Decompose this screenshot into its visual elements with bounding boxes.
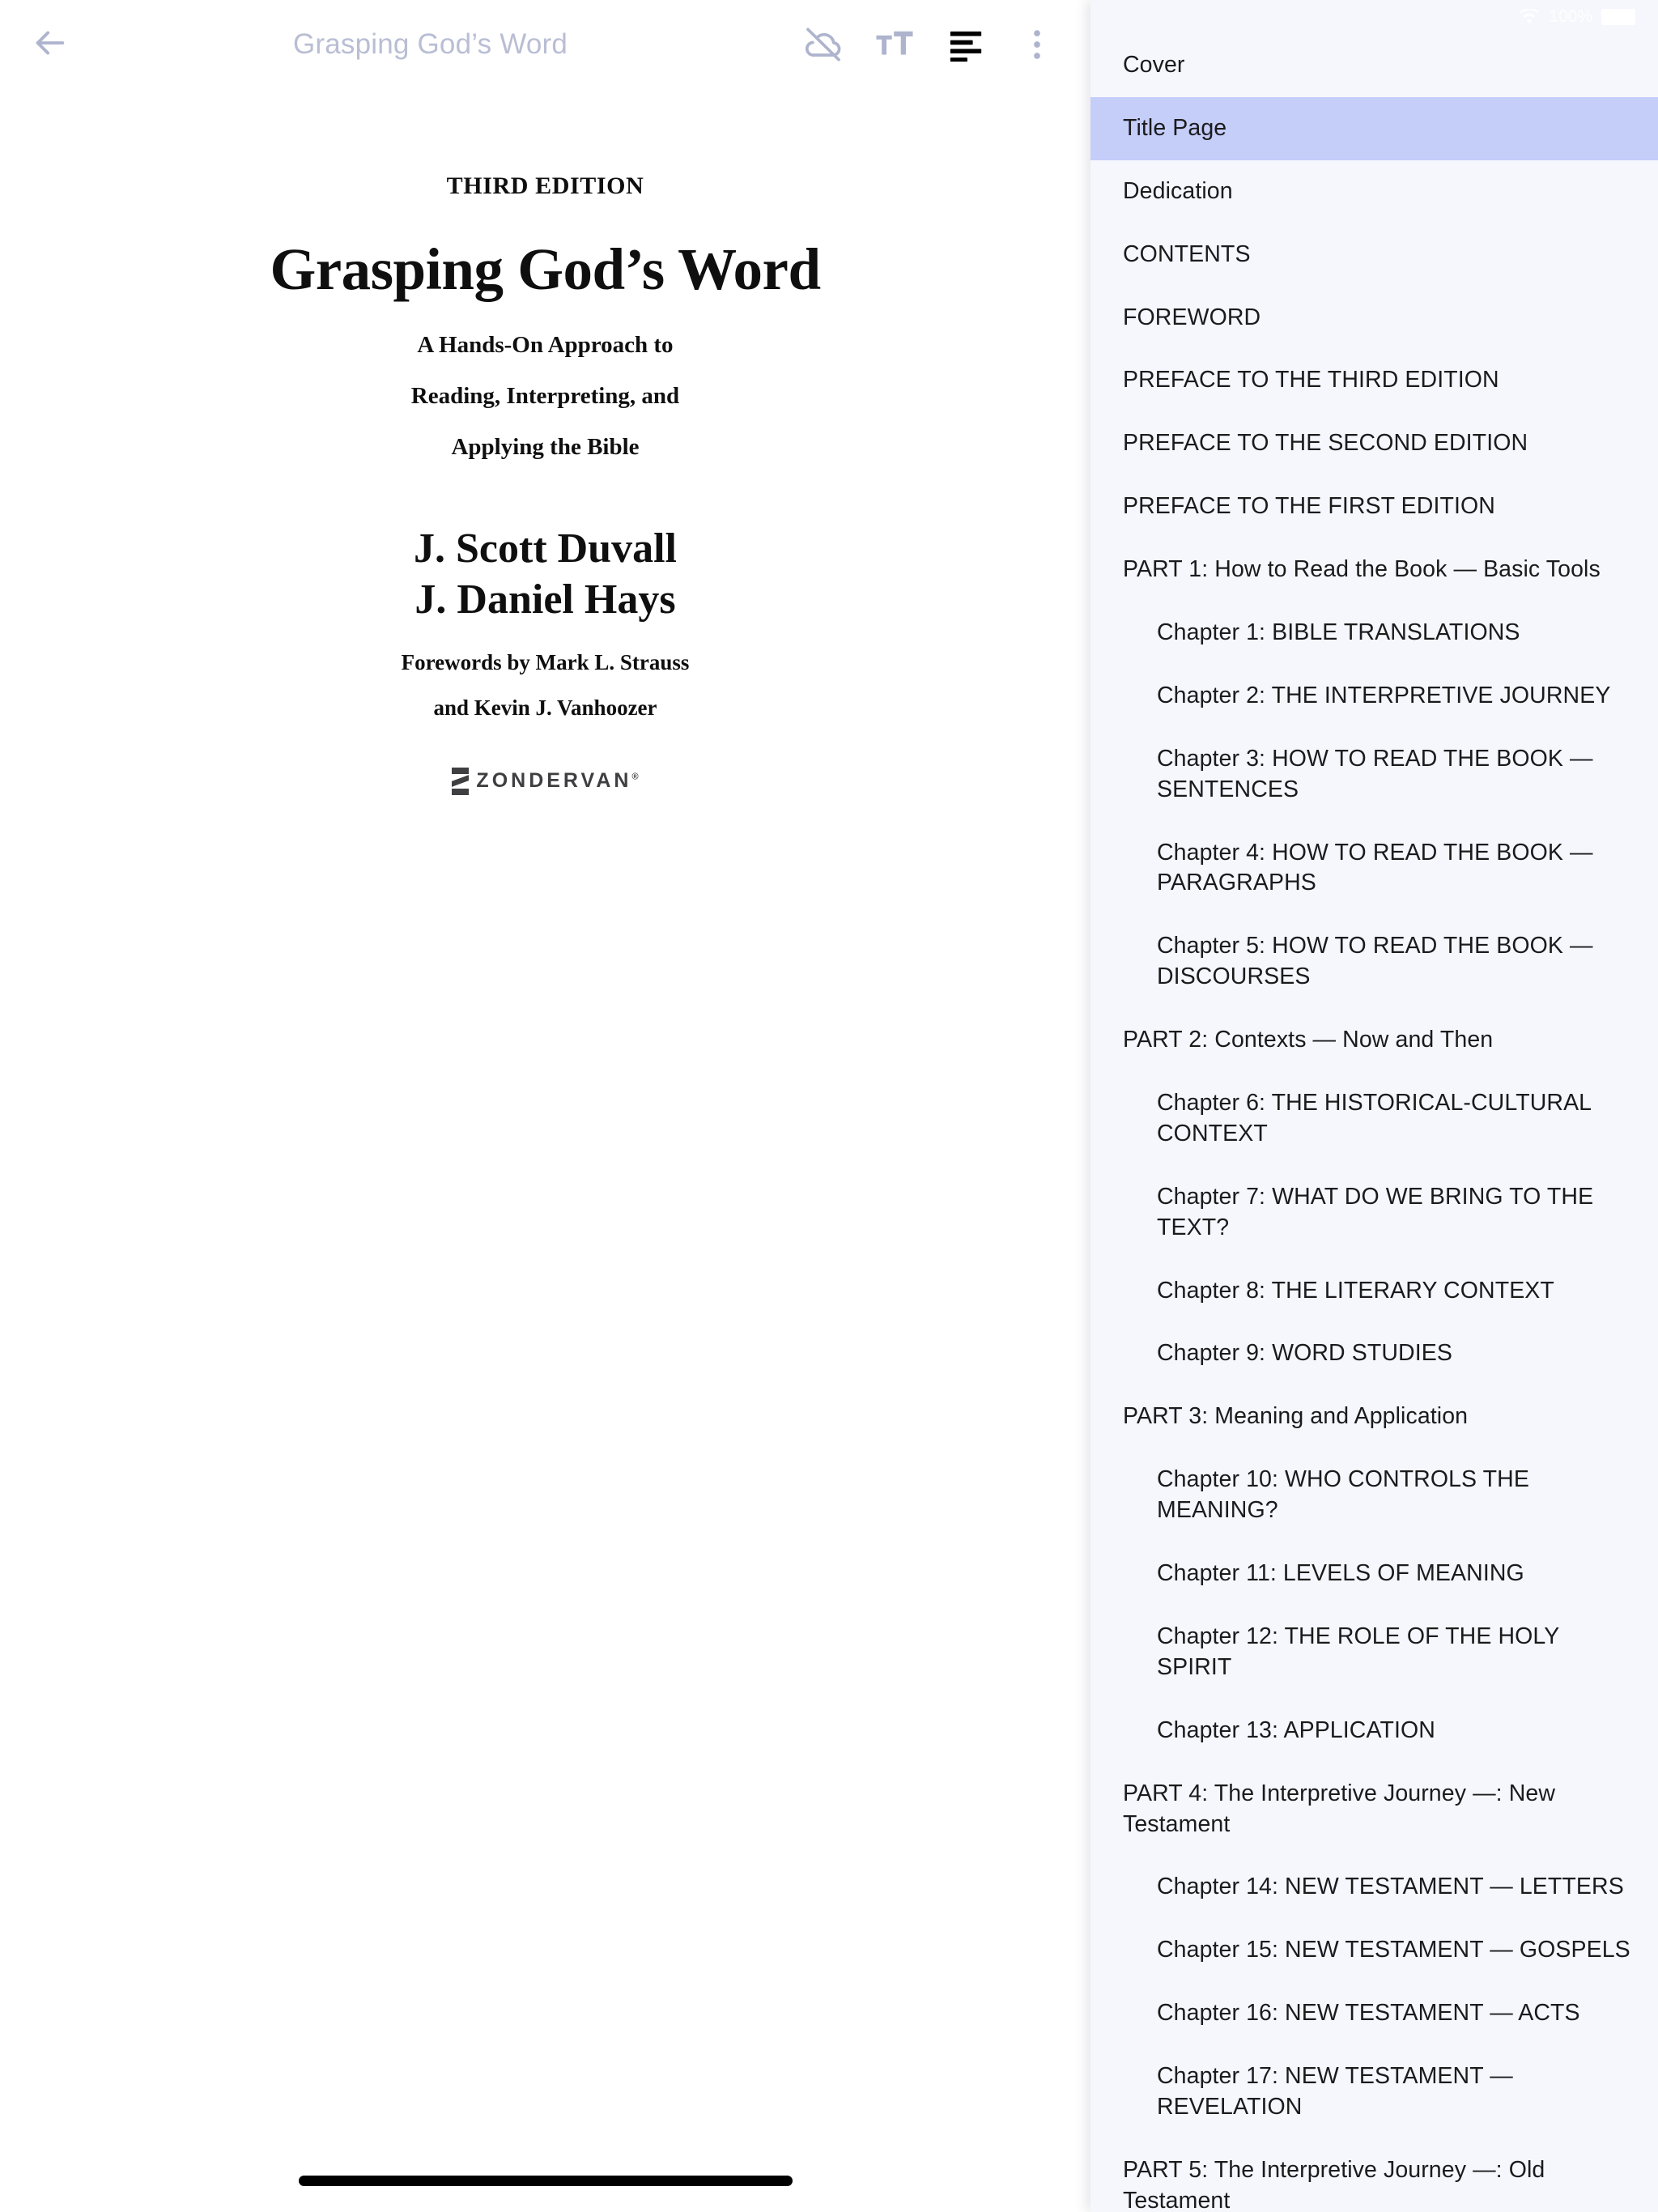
book-title: Grasping God’s Word xyxy=(270,236,821,302)
registered-mark: ® xyxy=(631,772,639,782)
toc-item[interactable]: PREFACE TO THE FIRST EDITION xyxy=(1090,475,1658,538)
format-size-button[interactable] xyxy=(859,9,930,80)
toc-item[interactable]: Title Page xyxy=(1090,96,1658,160)
publisher-wordmark: ZONDERVAN xyxy=(476,769,632,793)
toc-item[interactable]: Chapter 16: NEW TESTAMENT — ACTS xyxy=(1090,1982,1658,2045)
toc-item[interactable]: FOREWORD xyxy=(1090,287,1658,350)
toc-item[interactable]: Chapter 11: LEVELS OF MEANING xyxy=(1090,1542,1658,1606)
reader-toolbar: Grasping God’s Word xyxy=(0,0,1090,89)
arrow-back-icon xyxy=(32,24,69,66)
edition-label: THIRD EDITION xyxy=(446,172,644,199)
toc-item[interactable]: PREFACE TO THE SECOND EDITION xyxy=(1090,412,1658,475)
toc-item[interactable]: Chapter 8: THE LITERARY CONTEXT xyxy=(1090,1260,1658,1323)
toc-item[interactable]: Chapter 14: NEW TESTAMENT — LETTERS xyxy=(1090,1856,1658,1919)
toc-item[interactable]: Chapter 13: APPLICATION xyxy=(1090,1699,1658,1763)
book-reader-app: Grasping God’s Word THIRD EDITION Graspi… xyxy=(0,0,1658,2212)
foreword-line-2: and Kevin J. Vanhoozer xyxy=(433,695,657,720)
table-of-contents-panel[interactable]: 100% Cover Title Page Dedication CONTENTS FO… xyxy=(1090,0,1658,2212)
toc-item[interactable]: Chapter 9: WORD STUDIES xyxy=(1090,1322,1658,1385)
reader-pane: Grasping God’s Word THIRD EDITION Graspi… xyxy=(0,0,1090,2212)
publisher-logo: ZONDERVAN® xyxy=(0,767,1090,795)
page-title: Grasping God’s Word xyxy=(292,28,568,60)
toc-item[interactable]: PREFACE TO THE THIRD EDITION xyxy=(1090,349,1658,412)
toc-item[interactable]: Chapter 6: THE HISTORICAL-CULTURAL CONTE… xyxy=(1090,1072,1658,1166)
foreword-line-1: Forewords by Mark L. Strauss xyxy=(401,649,690,674)
home-indicator xyxy=(298,2176,793,2186)
toc-item[interactable]: PART 1: How to Read the Book — Basic Too… xyxy=(1090,538,1658,602)
toc-item[interactable]: Dedication xyxy=(1090,160,1658,223)
subtitle-line-1: A Hands-On Approach to xyxy=(417,332,674,358)
toolbar-actions xyxy=(788,9,1090,80)
author-name-1: J. Scott Duvall xyxy=(414,525,677,572)
subtitle-line-3: Applying the Bible xyxy=(451,434,640,460)
format-size-icon xyxy=(874,24,915,65)
table-of-contents-icon xyxy=(947,26,984,63)
cloud-off-button[interactable] xyxy=(788,9,859,80)
toc-item[interactable]: Chapter 15: NEW TESTAMENT — GOSPELS xyxy=(1090,1919,1658,1982)
toc-item-list[interactable]: Cover Title Page Dedication CONTENTS FOREWOR… xyxy=(1090,34,1658,2212)
toc-item[interactable]: Chapter 1: BIBLE TRANSLATIONS xyxy=(1090,602,1658,665)
overflow-menu-button[interactable] xyxy=(1001,9,1073,80)
toc-item[interactable]: PART 2: Contexts — Now and Then xyxy=(1090,1009,1658,1072)
toc-item[interactable]: Chapter 2: THE INTERPRETIVE JOURNEY xyxy=(1090,665,1658,728)
author-block: J. Scott Duvall J. Daniel Hays xyxy=(0,524,1090,626)
toc-item[interactable]: Chapter 3: HOW TO READ THE BOOK — SENTEN… xyxy=(1090,728,1658,822)
overflow-menu-icon xyxy=(1019,27,1055,62)
battery-percent-label: 100% xyxy=(1549,7,1592,26)
toc-item[interactable]: Chapter 4: HOW TO READ THE BOOK — PARAGR… xyxy=(1090,822,1658,916)
battery-icon xyxy=(1601,9,1635,25)
wifi-icon xyxy=(1519,8,1540,25)
subtitle-line-2: Reading, Interpreting, and xyxy=(410,383,680,409)
toc-item[interactable]: Chapter 10: WHO CONTROLS THE MEANING? xyxy=(1090,1448,1658,1542)
toc-item[interactable]: Chapter 17: NEW TESTAMENT — REVELATION xyxy=(1090,2045,1658,2139)
toc-item[interactable]: Chapter 5: HOW TO READ THE BOOK — DISCOU… xyxy=(1090,915,1658,1009)
author-name-2: J. Daniel Hays xyxy=(414,576,676,623)
status-bar: 100% xyxy=(1090,0,1658,34)
toc-item[interactable]: PART 5: The Interpretive Journey —: Old … xyxy=(1090,2139,1658,2212)
toc-item[interactable]: Cover xyxy=(1090,34,1658,97)
book-page-content: THIRD EDITION Grasping God’s Word A Hand… xyxy=(0,89,1090,795)
table-of-contents-button[interactable] xyxy=(930,9,1001,80)
toc-item[interactable]: Chapter 7: WHAT DO WE BRING TO THE TEXT? xyxy=(1090,1166,1658,1260)
toc-item[interactable]: PART 4: The Interpretive Journey —: New … xyxy=(1090,1763,1658,1857)
cloud-off-icon xyxy=(802,23,844,66)
publisher-name: ZONDERVAN® xyxy=(476,769,638,793)
toc-item[interactable]: CONTENTS xyxy=(1090,223,1658,287)
toc-item[interactable]: Chapter 12: THE ROLE OF THE HOLY SPIRIT xyxy=(1090,1606,1658,1699)
zondervan-logo-icon xyxy=(452,767,470,795)
toc-item[interactable]: PART 3: Meaning and Application xyxy=(1090,1385,1658,1448)
